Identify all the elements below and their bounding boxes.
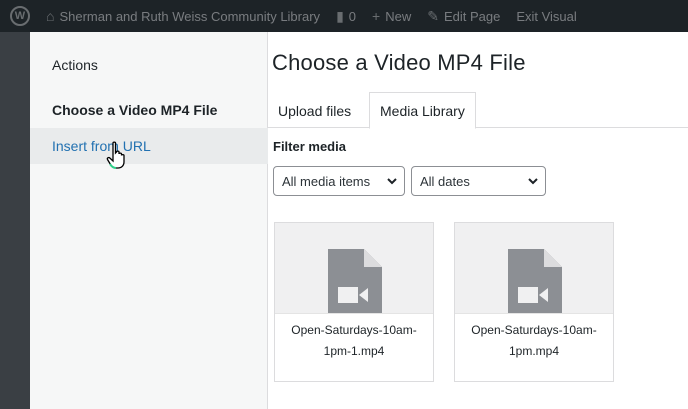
pencil-icon: ✎: [427, 7, 439, 24]
new-label: New: [385, 8, 412, 24]
edit-page-menu[interactable]: ✎ Edit Page: [419, 8, 508, 25]
date-filter-select[interactable]: All dates: [411, 166, 546, 196]
video-file-icon: [508, 249, 562, 315]
tab-media-library[interactable]: Media Library: [369, 92, 476, 129]
wordpress-logo-menu[interactable]: W: [0, 6, 38, 26]
video-file-icon: [328, 249, 382, 315]
site-name-menu[interactable]: ⌂ Sherman and Ruth Weiss Community Libra…: [38, 8, 328, 24]
menu-item-choose-video[interactable]: Choose a Video MP4 File: [30, 92, 268, 128]
modal-backdrop: [0, 32, 30, 409]
comments-count: 0: [348, 8, 357, 24]
home-icon: ⌂: [46, 8, 55, 24]
exit-visual-menu[interactable]: Exit Visual: [508, 9, 584, 24]
media-modal: Actions Choose a Video MP4 File Insert f…: [30, 32, 688, 409]
edit-page-label: Edit Page: [443, 8, 501, 24]
filter-media-label: Filter media: [273, 139, 346, 154]
attachment-item[interactable]: Open-Saturdays-10am-1pm.mp4: [454, 222, 614, 382]
menu-item-insert-from-url[interactable]: Insert from URL: [30, 128, 268, 164]
media-router: Upload files Media Library: [268, 88, 688, 129]
media-type-filter-value: All media items: [282, 173, 371, 189]
attachment-filename: Open-Saturdays-10am-1pm-1.mp4: [275, 313, 433, 381]
wordpress-logo-icon: W: [10, 6, 30, 26]
media-frame-title: Choose a Video MP4 File: [272, 50, 526, 75]
hand-pointer-cursor-icon: [106, 141, 125, 169]
new-content-menu[interactable]: + New: [364, 8, 419, 24]
site-name: Sherman and Ruth Weiss Community Library: [59, 8, 321, 24]
plus-icon: +: [372, 8, 381, 24]
exit-visual-label: Exit Visual: [516, 8, 577, 24]
chevron-down-icon: [387, 178, 397, 185]
media-menu: Actions Choose a Video MP4 File Insert f…: [30, 32, 268, 409]
comment-icon: ▮: [336, 7, 344, 24]
tab-upload-files[interactable]: Upload files: [268, 92, 361, 129]
date-filter-value: All dates: [420, 173, 470, 189]
comments-menu[interactable]: ▮ 0: [328, 8, 364, 25]
attachment-item[interactable]: Open-Saturdays-10am-1pm-1.mp4: [274, 222, 434, 382]
menu-heading: Actions: [52, 57, 98, 73]
attachment-filename: Open-Saturdays-10am-1pm.mp4: [455, 313, 613, 381]
chevron-down-icon: [528, 178, 538, 185]
admin-bar: W ⌂ Sherman and Ruth Weiss Community Lib…: [0, 0, 688, 32]
media-type-filter-select[interactable]: All media items: [273, 166, 405, 196]
